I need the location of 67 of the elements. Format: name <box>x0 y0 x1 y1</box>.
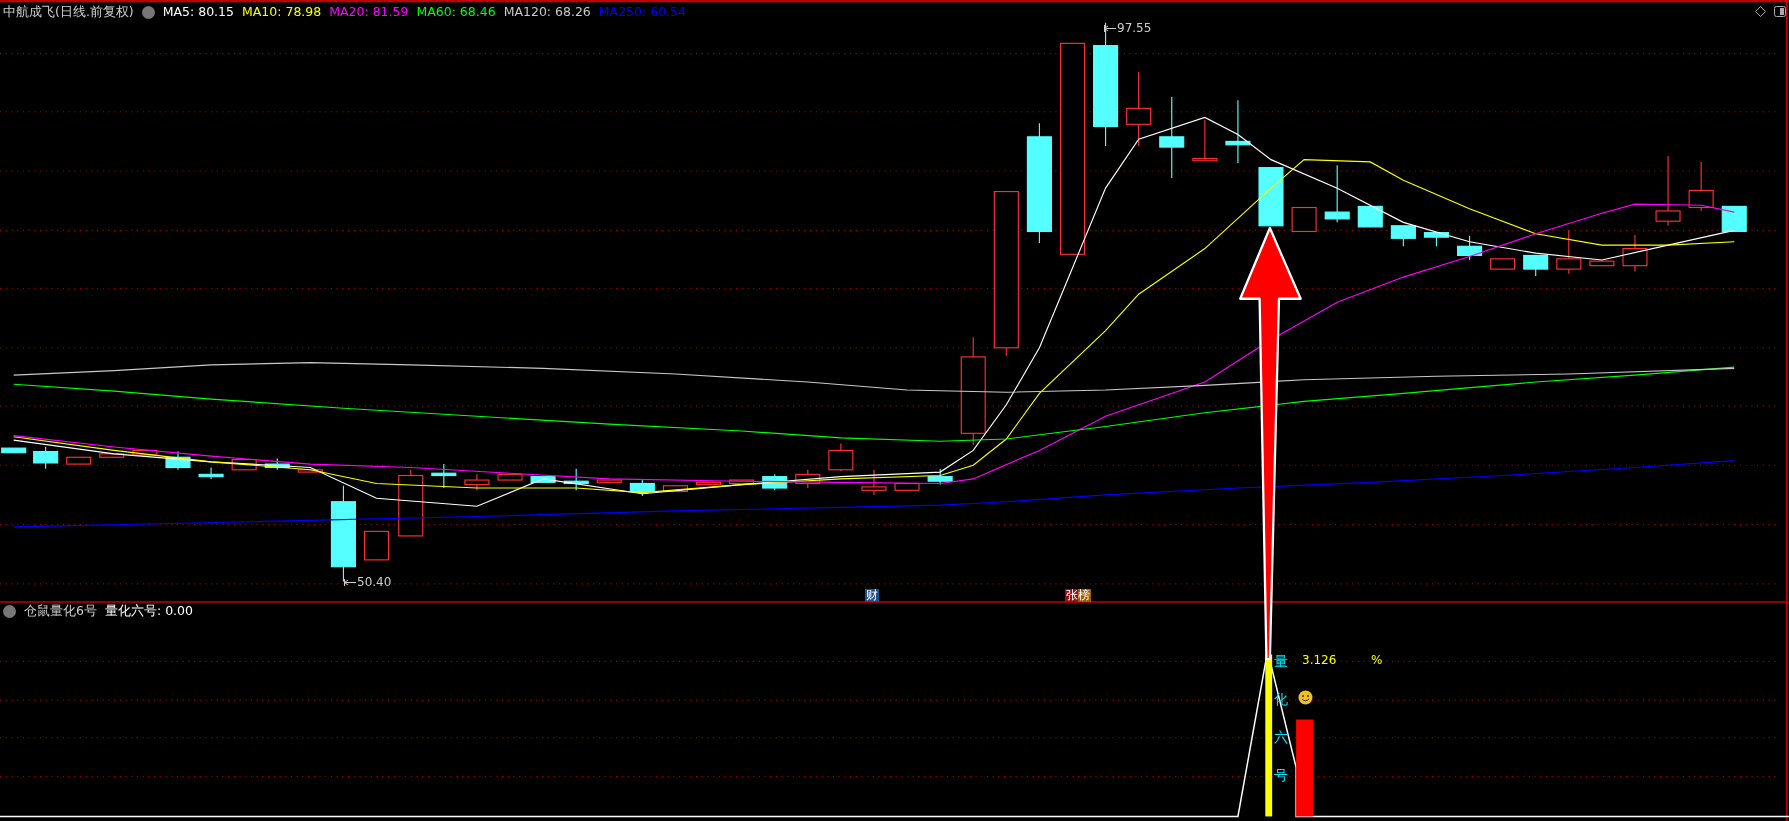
candlestick <box>231 458 257 471</box>
smiley-icon <box>1298 690 1313 705</box>
indicator-reading: 量化六号: 0.00 <box>104 603 193 619</box>
diamond-icon[interactable] <box>1755 6 1766 17</box>
candlestick <box>1225 99 1251 164</box>
candlestick <box>1523 254 1549 277</box>
candlestick <box>464 473 490 491</box>
pointer-icon <box>1104 23 1116 33</box>
candlestick <box>1721 205 1747 233</box>
candlestick <box>264 457 290 471</box>
event-marker[interactable]: 财 <box>865 589 879 602</box>
moving-average-label: MA10: 78.98 <box>242 4 322 20</box>
candlestick <box>629 479 655 497</box>
candlestick <box>1192 119 1218 162</box>
candlestick <box>762 473 788 491</box>
indicator-value: 3.126 <box>1302 653 1337 667</box>
candlestick <box>198 466 224 480</box>
panel-toggle-icon[interactable] <box>1774 6 1786 17</box>
candlestick <box>662 485 688 493</box>
moving-average-label: MA250: 60.54 <box>598 4 686 20</box>
candlestick <box>1490 258 1516 270</box>
candlestick <box>1 447 27 454</box>
candlestick <box>363 530 390 561</box>
candlestick <box>894 482 920 491</box>
price-label: 97.55 <box>1117 21 1152 35</box>
moving-average-label: MA60: 68.46 <box>416 4 496 20</box>
candlestick <box>1390 225 1416 247</box>
candlestick <box>1589 260 1615 267</box>
candlestick <box>729 479 755 485</box>
moving-average-label: MA5: 80.15 <box>162 4 234 20</box>
pointer-icon <box>344 577 356 587</box>
candlestick <box>795 469 821 489</box>
candlestick <box>1556 229 1582 275</box>
candlestick <box>563 468 589 491</box>
candlestick <box>99 453 125 458</box>
event-marker[interactable]: 张榜 <box>1065 589 1091 602</box>
stock-title: 中航成飞(日线.前复权) <box>3 4 134 20</box>
candlestick <box>1324 164 1350 223</box>
candlestick <box>66 456 92 465</box>
candlestick <box>33 446 59 470</box>
candlestick <box>1258 167 1284 227</box>
candlestick <box>695 481 722 486</box>
candlestick <box>1357 205 1383 228</box>
candlestick <box>431 463 457 489</box>
candlestick <box>530 476 556 483</box>
candlestick <box>165 451 191 471</box>
candlestick <box>398 469 424 537</box>
indicator-name: 仓鼠量化6号 <box>24 603 97 619</box>
candlestick <box>828 443 854 472</box>
candlestick <box>1457 235 1483 261</box>
dropdown-icon[interactable] <box>3 604 16 618</box>
candlestick <box>497 473 523 481</box>
unit-label: % <box>1371 653 1383 667</box>
moving-average-label: MA20: 81.59 <box>329 4 409 20</box>
candlestick <box>1655 155 1681 227</box>
candlestick <box>1622 234 1648 272</box>
candlestick <box>861 469 887 496</box>
candlestick <box>297 469 323 473</box>
moving-average-label: MA120: 68.26 <box>503 4 591 20</box>
price-label: 50.40 <box>357 575 392 589</box>
candlestick <box>1291 206 1317 233</box>
candlestick <box>132 449 158 456</box>
candlestick <box>1423 232 1449 247</box>
candlestick <box>1688 161 1714 212</box>
candlestick <box>927 468 953 486</box>
dropdown-icon[interactable] <box>141 5 155 19</box>
candlestick <box>596 479 622 483</box>
